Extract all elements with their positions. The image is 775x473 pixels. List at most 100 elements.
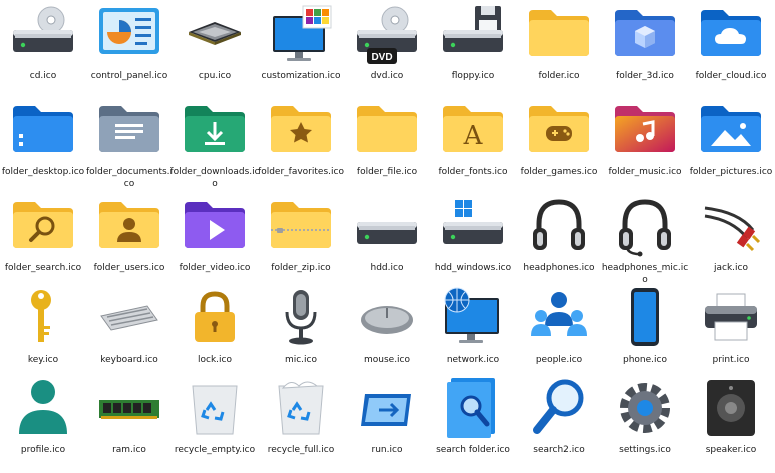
file-item[interactable]: keyboard.ico bbox=[86, 284, 172, 380]
file-item[interactable]: folder_users.ico bbox=[86, 192, 172, 288]
hdd-windows-icon bbox=[430, 192, 516, 260]
file-item[interactable]: search folder.ico bbox=[430, 374, 516, 470]
folder-fonts-icon: A bbox=[430, 96, 516, 164]
folder-zip-icon bbox=[258, 192, 344, 260]
file-label: settings.ico bbox=[619, 445, 671, 455]
folder-music-icon bbox=[602, 96, 688, 164]
printer-icon bbox=[688, 284, 774, 352]
file-item[interactable]: customization.ico bbox=[258, 0, 344, 96]
folder-favorites-icon bbox=[258, 96, 344, 164]
file-label: profile.ico bbox=[20, 445, 66, 455]
file-item[interactable]: floppy.ico bbox=[430, 0, 516, 96]
file-item[interactable]: mic.ico bbox=[258, 284, 344, 380]
phone-icon bbox=[602, 284, 688, 352]
file-item[interactable]: folder_music.ico bbox=[602, 96, 688, 192]
folder-games-icon bbox=[516, 96, 602, 164]
file-label: folder_downloads.ico bbox=[170, 167, 260, 189]
file-item[interactable]: cd.ico bbox=[0, 0, 86, 96]
run-icon bbox=[344, 374, 430, 442]
file-item[interactable]: jack.ico bbox=[688, 192, 774, 288]
file-item[interactable]: print.ico bbox=[688, 284, 774, 380]
file-label: folder_zip.ico bbox=[271, 263, 331, 273]
profile-icon bbox=[0, 374, 86, 442]
file-label: folder_documents.ico bbox=[85, 167, 173, 189]
file-item[interactable]: ram.ico bbox=[86, 374, 172, 470]
cd-drive-icon bbox=[0, 0, 86, 68]
headphones-mic-icon bbox=[602, 192, 688, 260]
svg-text:A: A bbox=[463, 121, 484, 151]
file-label: people.ico bbox=[535, 355, 583, 365]
customization-icon bbox=[258, 0, 344, 68]
icon-grid: cd.ico control_panel.ico cpu.ico customizat… bbox=[0, 0, 775, 473]
control-panel-icon bbox=[86, 0, 172, 68]
file-item[interactable]: folder_downloads.ico bbox=[170, 96, 260, 192]
file-item[interactable]: folder_desktop.ico bbox=[0, 96, 86, 192]
file-label: lock.ico bbox=[198, 355, 232, 365]
ram-icon bbox=[86, 374, 172, 442]
file-label: mic.ico bbox=[284, 355, 318, 365]
file-item[interactable]: folder_video.ico bbox=[172, 192, 258, 288]
file-item[interactable]: folder_cloud.ico bbox=[688, 0, 774, 96]
file-label: folder_users.ico bbox=[93, 263, 165, 273]
file-item[interactable]: settings.ico bbox=[602, 374, 688, 470]
search-icon bbox=[516, 374, 602, 442]
microphone-icon bbox=[258, 284, 344, 352]
file-item[interactable]: search2.ico bbox=[516, 374, 602, 470]
file-item[interactable]: phone.ico bbox=[602, 284, 688, 380]
file-item[interactable]: DVD dvd.ico bbox=[344, 0, 430, 96]
file-item[interactable]: cpu.ico bbox=[172, 0, 258, 96]
file-item[interactable]: people.ico bbox=[516, 284, 602, 380]
folder-file-icon bbox=[344, 96, 430, 164]
file-label: hdd.ico bbox=[370, 263, 404, 273]
folder-users-icon bbox=[86, 192, 172, 260]
audio-jack-icon bbox=[688, 192, 774, 260]
file-label: key.ico bbox=[27, 355, 59, 365]
file-label: folder_3d.ico bbox=[616, 71, 674, 81]
file-item[interactable]: Afolder_fonts.ico bbox=[430, 96, 516, 192]
file-label: folder_games.ico bbox=[520, 167, 598, 177]
file-item[interactable]: folder_games.ico bbox=[516, 96, 602, 192]
file-label: control_panel.ico bbox=[90, 71, 168, 81]
key-icon bbox=[0, 284, 86, 352]
file-item[interactable]: lock.ico bbox=[172, 284, 258, 380]
file-label: folder_video.ico bbox=[179, 263, 251, 273]
file-label: jack.ico bbox=[714, 263, 748, 273]
settings-gear-icon bbox=[602, 374, 688, 442]
file-item[interactable]: network.ico bbox=[430, 284, 516, 380]
headphones-icon bbox=[516, 192, 602, 260]
file-item[interactable]: headphones_mic.ico bbox=[602, 192, 688, 288]
file-label: hdd_windows.ico bbox=[434, 263, 512, 273]
people-icon bbox=[516, 284, 602, 352]
file-item[interactable]: mouse.ico bbox=[344, 284, 430, 380]
file-label: recycle_full.ico bbox=[267, 445, 335, 455]
file-item[interactable]: profile.ico bbox=[0, 374, 86, 470]
file-label: print.ico bbox=[712, 355, 750, 365]
file-item[interactable]: folder.ico bbox=[516, 0, 602, 96]
file-item[interactable]: run.ico bbox=[344, 374, 430, 470]
file-item[interactable]: hdd_windows.ico bbox=[430, 192, 516, 288]
file-item[interactable]: folder_search.ico bbox=[0, 192, 86, 288]
file-item[interactable]: headphones.ico bbox=[516, 192, 602, 288]
file-item[interactable]: recycle_empty.ico bbox=[172, 374, 258, 470]
file-label: cpu.ico bbox=[198, 71, 232, 81]
file-label: ram.ico bbox=[112, 445, 146, 455]
file-label: folder_desktop.ico bbox=[1, 167, 85, 177]
file-item[interactable]: control_panel.ico bbox=[86, 0, 172, 96]
file-item[interactable]: recycle_full.ico bbox=[258, 374, 344, 470]
file-item[interactable]: hdd.ico bbox=[344, 192, 430, 288]
file-label: search folder.ico bbox=[436, 445, 510, 455]
file-item[interactable]: folder_pictures.ico bbox=[688, 96, 774, 192]
file-item[interactable]: key.ico bbox=[0, 284, 86, 380]
file-label: recycle_empty.ico bbox=[174, 445, 256, 455]
file-item[interactable]: folder_favorites.ico bbox=[258, 96, 344, 192]
file-label: folder_search.ico bbox=[4, 263, 82, 273]
file-item[interactable]: folder_zip.ico bbox=[258, 192, 344, 288]
file-label: search2.ico bbox=[533, 445, 585, 455]
file-item[interactable]: speaker.ico bbox=[688, 374, 774, 470]
file-item[interactable]: folder_documents.ico bbox=[86, 96, 172, 192]
file-item[interactable]: folder_3d.ico bbox=[602, 0, 688, 96]
file-item[interactable]: folder_file.ico bbox=[344, 96, 430, 192]
floppy-drive-icon bbox=[430, 0, 516, 68]
file-label: dvd.ico bbox=[370, 71, 404, 81]
folder-icon bbox=[516, 0, 602, 68]
